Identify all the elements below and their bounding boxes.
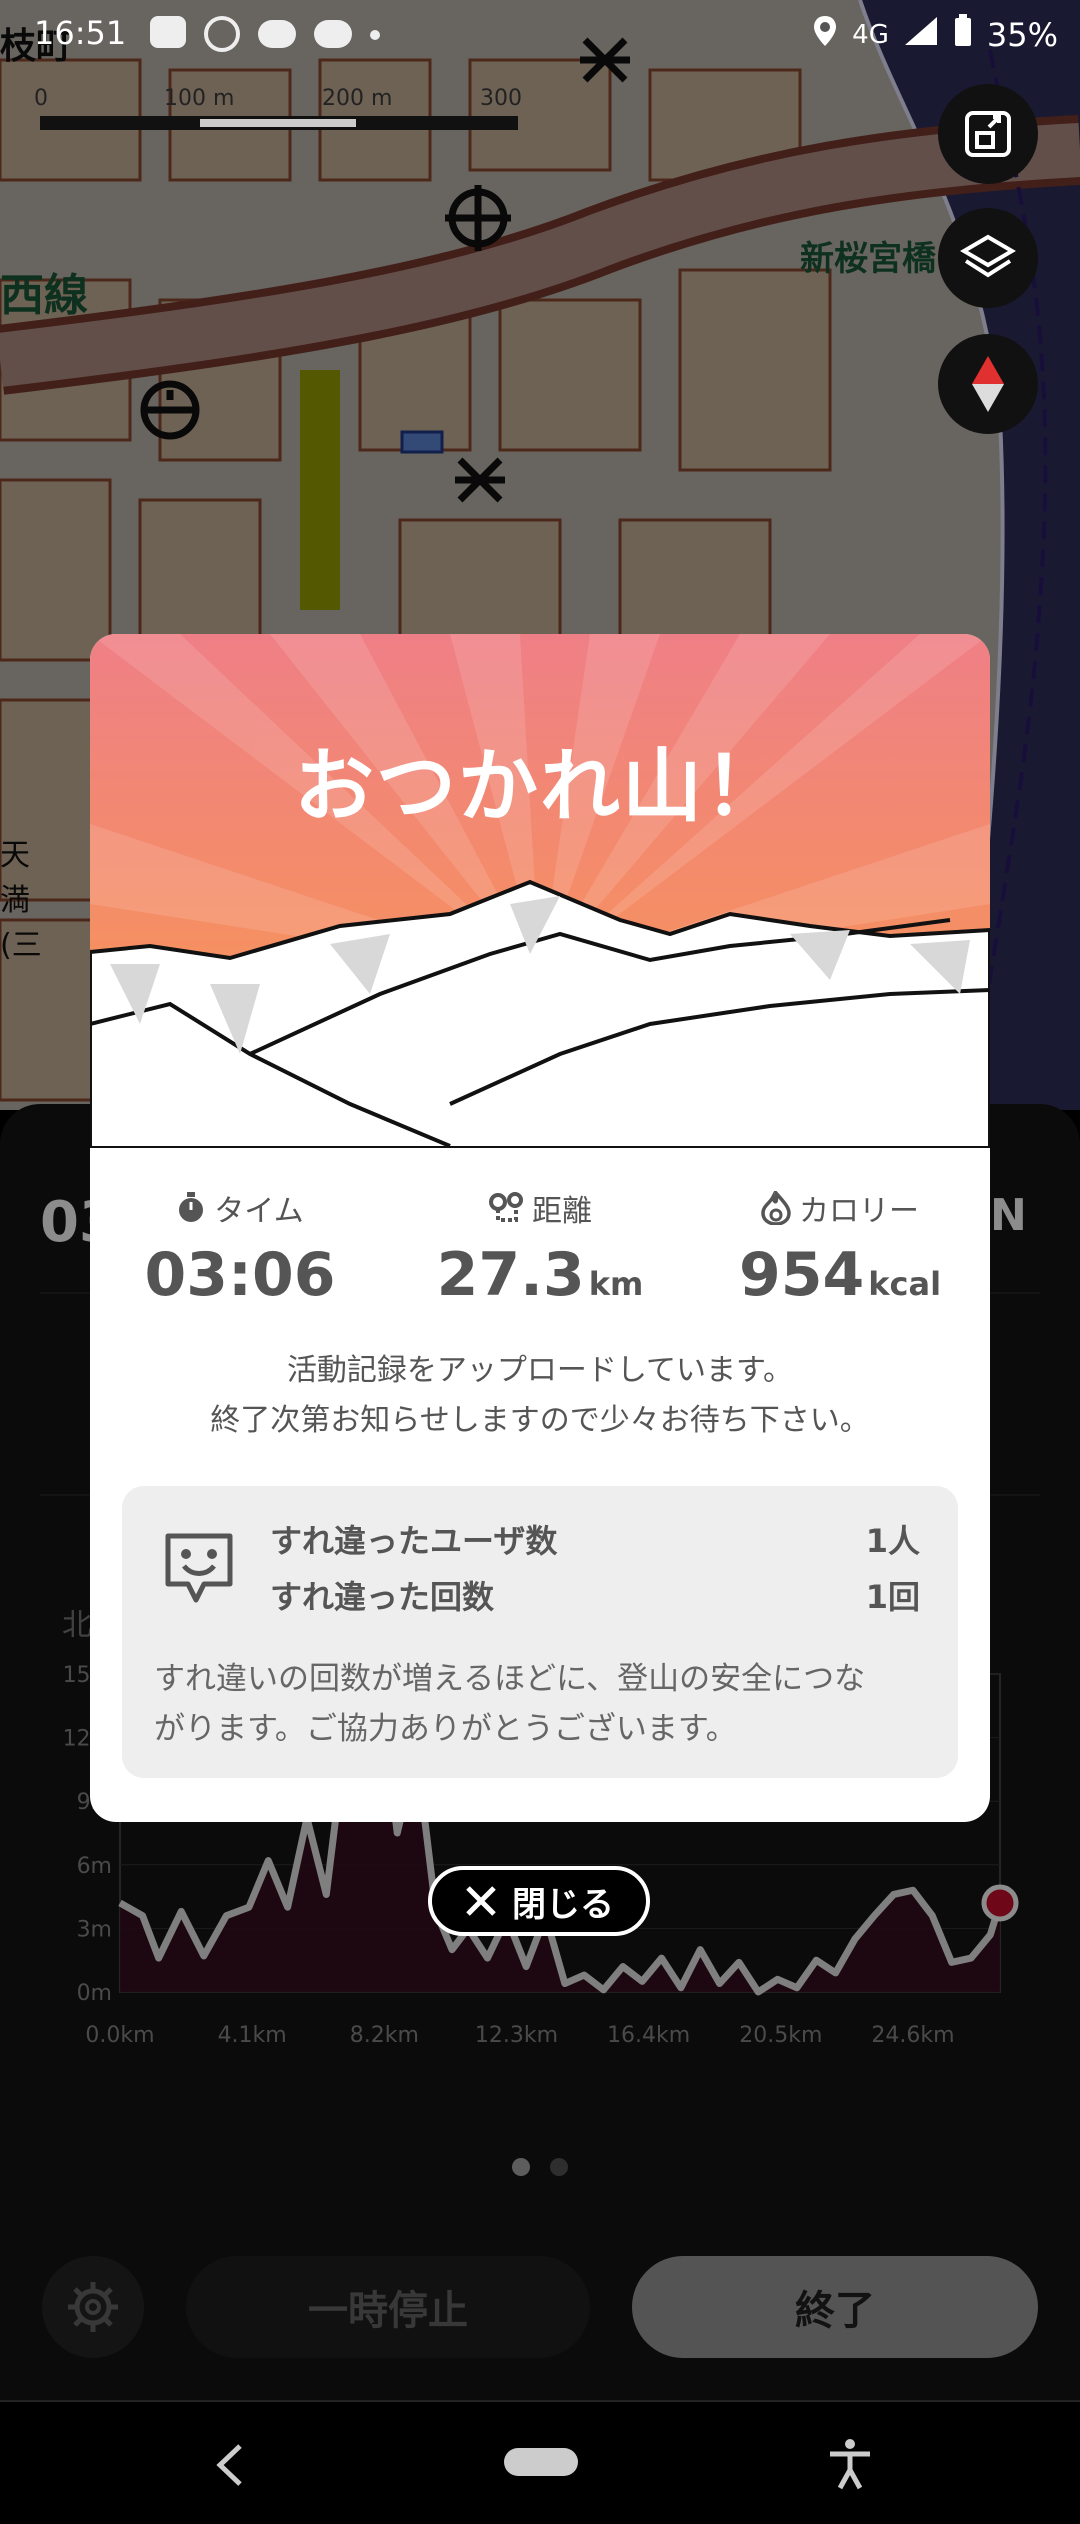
location-icon: [812, 14, 838, 56]
stat-distance-unit: km: [588, 1265, 644, 1303]
passing-note: すれ違いの回数が増えるほどに、登山の安全につな がります。ご協力ありがとうござい…: [154, 1654, 934, 1754]
status-right: 4G 35%: [812, 14, 1058, 56]
passing-info-card: すれ違ったユーザ数 1人 すれ違った回数 1回 すれ違いの回数が増えるほどに、登…: [122, 1486, 958, 1778]
scale-label-200: 200 m: [322, 86, 393, 111]
scale-bar: [40, 116, 518, 130]
stat-distance-label-row: 距離: [390, 1186, 690, 1230]
completion-dialog: おつかれ山！ タイム 03:06 距離 27.3 km カロリー 954 kcal …: [90, 634, 990, 1822]
close-x-icon: [466, 1886, 496, 1916]
dialog-title: おつかれ山！: [294, 740, 786, 833]
hero-illustration: おつかれ山！: [90, 634, 990, 1150]
stat-time-label: タイム: [214, 1194, 304, 1229]
upload-message-line1: 活動記録をアップロードしています。: [286, 1353, 794, 1388]
upload-message: 活動記録をアップロードしています。 終了次第お知らせしますので少々お待ち下さい。: [90, 1346, 990, 1446]
stat-time: タイム 03:06: [90, 1186, 390, 1310]
cloud-icon: [314, 20, 352, 48]
media-icon: [204, 16, 240, 52]
layers-button[interactable]: [938, 208, 1038, 308]
status-bar: 16:51 4G 35%: [0, 0, 1080, 66]
home-pill[interactable]: [504, 2448, 578, 2476]
passing-times-value: 1回: [865, 1578, 920, 1616]
close-button-label: 閉じる: [512, 1884, 614, 1925]
battery-icon: [953, 14, 973, 56]
fit-route-icon: [965, 111, 1011, 157]
stat-calorie-label-row: カロリー: [690, 1186, 990, 1230]
flame-icon: [761, 1191, 791, 1225]
back-icon[interactable]: [210, 2440, 250, 2490]
scale-label-100: 100 m: [164, 86, 235, 111]
stat-distance-value: 27.3: [436, 1240, 585, 1310]
stat-distance-value-row: 27.3 km: [390, 1240, 690, 1310]
close-button[interactable]: 閉じる: [428, 1866, 650, 1936]
battery-level: 35%: [986, 16, 1058, 54]
upload-message-line2: 終了次第お知らせしますので少々お待ち下さい。: [210, 1403, 870, 1438]
passing-users-value: 1人: [865, 1522, 920, 1560]
compass-icon: [972, 356, 1004, 412]
stat-time-value: 03:06: [144, 1240, 336, 1310]
notification-icons: [150, 16, 380, 52]
passing-users-row: すれ違ったユーザ数 1人: [270, 1516, 920, 1562]
passing-users-label: すれ違ったユーザ数: [270, 1522, 558, 1560]
stat-time-label-row: タイム: [90, 1186, 390, 1230]
stat-calorie-label: カロリー: [799, 1194, 919, 1229]
passing-times-label: すれ違った回数: [270, 1578, 495, 1616]
scale-label-0: 0: [34, 86, 48, 111]
passing-note-line1: すれ違いの回数が増えるほどに、登山の安全につな: [154, 1661, 866, 1697]
stat-calorie-value: 954: [738, 1240, 865, 1310]
dot-icon: [370, 30, 380, 40]
stat-distance-label: 距離: [532, 1194, 592, 1229]
stat-calorie-value-row: 954 kcal: [690, 1240, 990, 1310]
route-pin-icon: [489, 1192, 523, 1222]
status-time: 16:51: [34, 14, 127, 52]
stats-row: タイム 03:06 距離 27.3 km カロリー 954 kcal: [90, 1186, 990, 1346]
network-type: 4G: [852, 20, 889, 50]
signal-icon: [903, 15, 939, 55]
system-nav-bar: [0, 2400, 1080, 2524]
passing-note-line2: がります。ご協力ありがとうございます。: [154, 1711, 737, 1747]
weather-icon: [258, 20, 296, 48]
map-scale: 0 100 m 200 m 300 m: [34, 86, 524, 136]
layers-icon: [960, 234, 1016, 278]
stat-calorie: カロリー 954 kcal: [690, 1186, 990, 1310]
accessibility-icon[interactable]: [826, 2438, 874, 2490]
line-icon: [150, 16, 186, 48]
stat-calorie-unit: kcal: [868, 1265, 942, 1303]
passing-times-row: すれ違った回数 1回: [270, 1572, 920, 1618]
stopwatch-icon: [179, 1192, 204, 1222]
compass-button[interactable]: [938, 334, 1038, 434]
smile-chat-icon: [165, 1533, 233, 1603]
stat-distance: 距離 27.3 km: [390, 1186, 690, 1310]
fit-route-button[interactable]: [938, 84, 1038, 184]
stat-time-value-row: 03:06: [90, 1240, 390, 1310]
